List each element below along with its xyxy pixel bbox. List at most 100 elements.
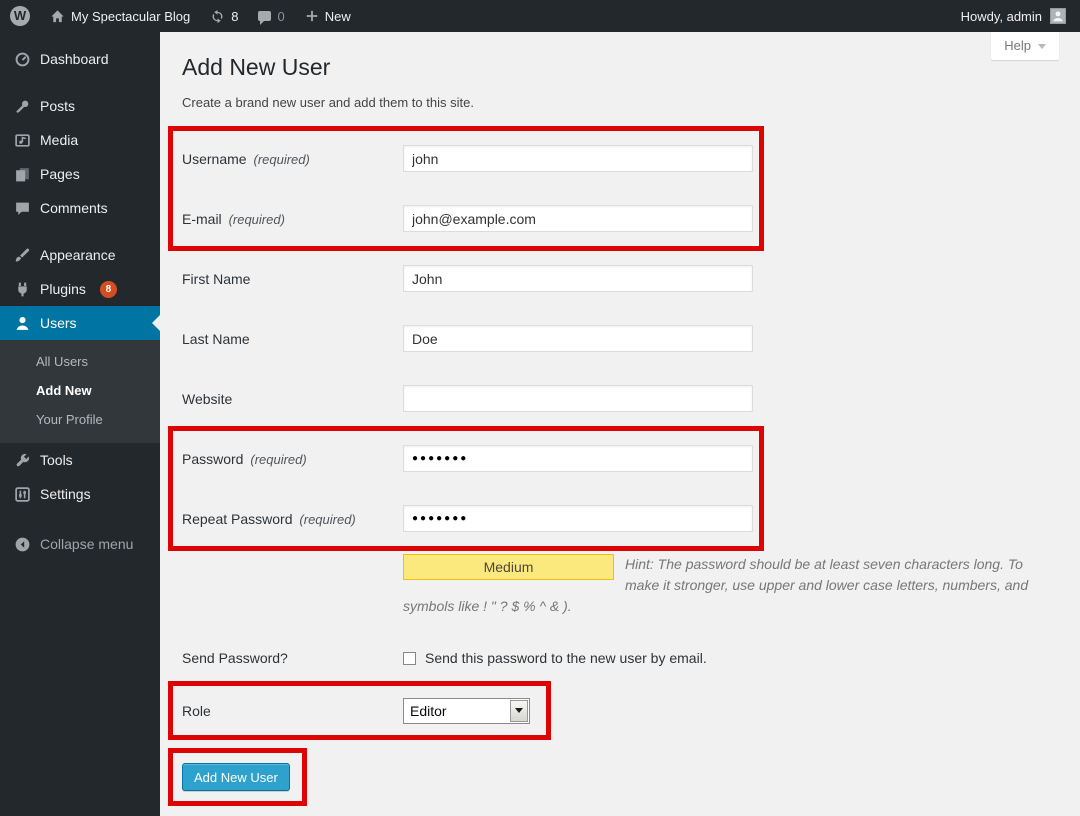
- last-name-label: Last Name: [182, 331, 403, 347]
- send-password-label: Send Password?: [182, 650, 403, 666]
- admin-content: Help Add New User Create a brand new use…: [160, 32, 1080, 816]
- sidebar-item-label: Settings: [40, 486, 91, 502]
- submenu-add-new[interactable]: Add New: [0, 376, 160, 405]
- password-strength-meter: Medium: [403, 554, 614, 580]
- plugin-icon: [13, 280, 31, 298]
- page-title: Add New User: [182, 52, 1052, 82]
- required-marker: (required): [253, 152, 309, 167]
- send-password-row: Send Password? Send this password to the…: [182, 617, 1052, 666]
- active-menu-arrow: [144, 315, 160, 331]
- first-name-input[interactable]: [403, 265, 753, 292]
- sidebar-item-tools[interactable]: Tools: [0, 443, 160, 477]
- first-name-label: First Name: [182, 271, 403, 287]
- sidebar-item-plugins[interactable]: Plugins 8: [0, 272, 160, 306]
- wordpress-logo-icon: W: [10, 6, 30, 26]
- sidebar-item-pages[interactable]: Pages: [0, 157, 160, 191]
- submenu-all-users[interactable]: All Users: [0, 347, 160, 376]
- help-label: Help: [1004, 38, 1031, 53]
- send-password-checkbox-label: Send this password to the new user by em…: [425, 650, 707, 666]
- site-name-label: My Spectacular Blog: [71, 9, 190, 24]
- required-marker: (required): [229, 212, 285, 227]
- email-input[interactable]: [403, 205, 753, 232]
- required-marker: (required): [299, 512, 355, 527]
- select-dropdown-button[interactable]: [510, 700, 528, 722]
- last-name-input[interactable]: [403, 325, 753, 352]
- role-select[interactable]: Editor: [403, 698, 530, 724]
- sidebar-item-label: Collapse menu: [40, 536, 133, 552]
- avatar: [1050, 8, 1066, 24]
- chevron-down-icon: [515, 708, 523, 717]
- role-label: Role: [182, 703, 403, 719]
- website-label: Website: [182, 391, 403, 407]
- admin-bar: W My Spectacular Blog 8 0 New Howdy, adm…: [0, 0, 1080, 32]
- sidebar-item-dashboard[interactable]: Dashboard: [0, 42, 160, 76]
- add-new-user-button[interactable]: Add New User: [182, 763, 290, 791]
- first-name-row: First Name: [182, 265, 1052, 292]
- page-subtitle: Create a brand new user and add them to …: [182, 95, 1052, 110]
- username-row: Username (required): [182, 145, 753, 172]
- last-name-row: Last Name: [182, 325, 1052, 352]
- howdy-label: Howdy, admin: [961, 9, 1042, 24]
- plugins-update-badge: 8: [100, 281, 117, 298]
- repeat-password-row: Repeat Password (required): [182, 505, 753, 532]
- help-button[interactable]: Help: [991, 32, 1059, 60]
- username-input[interactable]: [403, 145, 753, 172]
- sidebar-item-users[interactable]: Users: [0, 306, 160, 340]
- wrench-icon: [13, 451, 31, 469]
- pages-icon: [13, 165, 31, 183]
- password-label: Password (required): [182, 451, 403, 467]
- collapse-menu-button[interactable]: Collapse menu: [0, 527, 160, 561]
- admin-sidebar: Dashboard Posts Media Pages Comments App…: [0, 32, 160, 816]
- submenu-your-profile[interactable]: Your Profile: [0, 405, 160, 434]
- add-user-form: Username (required) E-mail (required) Fi…: [182, 126, 1052, 806]
- plus-icon: [305, 9, 319, 23]
- email-label: E-mail (required): [182, 211, 403, 227]
- media-icon: [13, 131, 31, 149]
- collapse-arrow-icon: [13, 535, 31, 553]
- home-icon: [50, 9, 65, 24]
- chevron-down-icon: [1038, 44, 1046, 53]
- highlight-box-passwords: Password (required) Repeat Password (req…: [168, 426, 764, 551]
- send-password-checkbox[interactable]: [403, 652, 416, 665]
- password-strength-area: Medium Hint: The password should be at l…: [403, 554, 1034, 617]
- account-menu[interactable]: Howdy, admin: [961, 8, 1080, 24]
- sidebar-item-label: Appearance: [40, 247, 116, 263]
- role-row: Role Editor: [182, 697, 530, 724]
- sidebar-item-label: Posts: [40, 98, 75, 114]
- site-name-link[interactable]: My Spectacular Blog: [40, 0, 200, 32]
- website-row: Website: [182, 385, 1052, 412]
- sidebar-item-label: Plugins: [40, 281, 86, 297]
- highlight-box-submit: Add New User: [168, 748, 307, 806]
- sidebar-item-comments[interactable]: Comments: [0, 191, 160, 225]
- sidebar-item-media[interactable]: Media: [0, 123, 160, 157]
- repeat-password-label: Repeat Password (required): [182, 511, 403, 527]
- highlight-box-role: Role Editor: [168, 681, 551, 740]
- email-row: E-mail (required): [182, 205, 753, 232]
- sidebar-item-label: Pages: [40, 166, 80, 182]
- wordpress-menu[interactable]: W: [0, 0, 40, 32]
- comments-link[interactable]: 0: [248, 0, 294, 32]
- sidebar-item-label: Comments: [40, 200, 108, 216]
- settings-sliders-icon: [13, 485, 31, 503]
- comments-icon: [13, 199, 31, 217]
- comment-bubble-icon: [258, 11, 271, 21]
- comment-count: 0: [277, 9, 284, 24]
- updates-link[interactable]: 8: [200, 0, 248, 32]
- new-label: New: [325, 9, 351, 24]
- sidebar-item-posts[interactable]: Posts: [0, 89, 160, 123]
- users-submenu: All Users Add New Your Profile: [0, 340, 160, 443]
- sidebar-item-settings[interactable]: Settings: [0, 477, 160, 511]
- website-input[interactable]: [403, 385, 753, 412]
- repeat-password-input[interactable]: [403, 505, 753, 532]
- user-icon: [13, 314, 31, 332]
- sidebar-item-appearance[interactable]: Appearance: [0, 238, 160, 272]
- paintbrush-icon: [13, 246, 31, 264]
- sidebar-item-label: Users: [40, 315, 77, 331]
- sidebar-item-label: Dashboard: [40, 51, 109, 67]
- username-label: Username (required): [182, 151, 403, 167]
- password-input[interactable]: [403, 445, 753, 472]
- pushpin-icon: [13, 97, 31, 115]
- required-marker: (required): [250, 452, 306, 467]
- sidebar-item-label: Tools: [40, 452, 73, 468]
- new-content-menu[interactable]: New: [295, 0, 361, 32]
